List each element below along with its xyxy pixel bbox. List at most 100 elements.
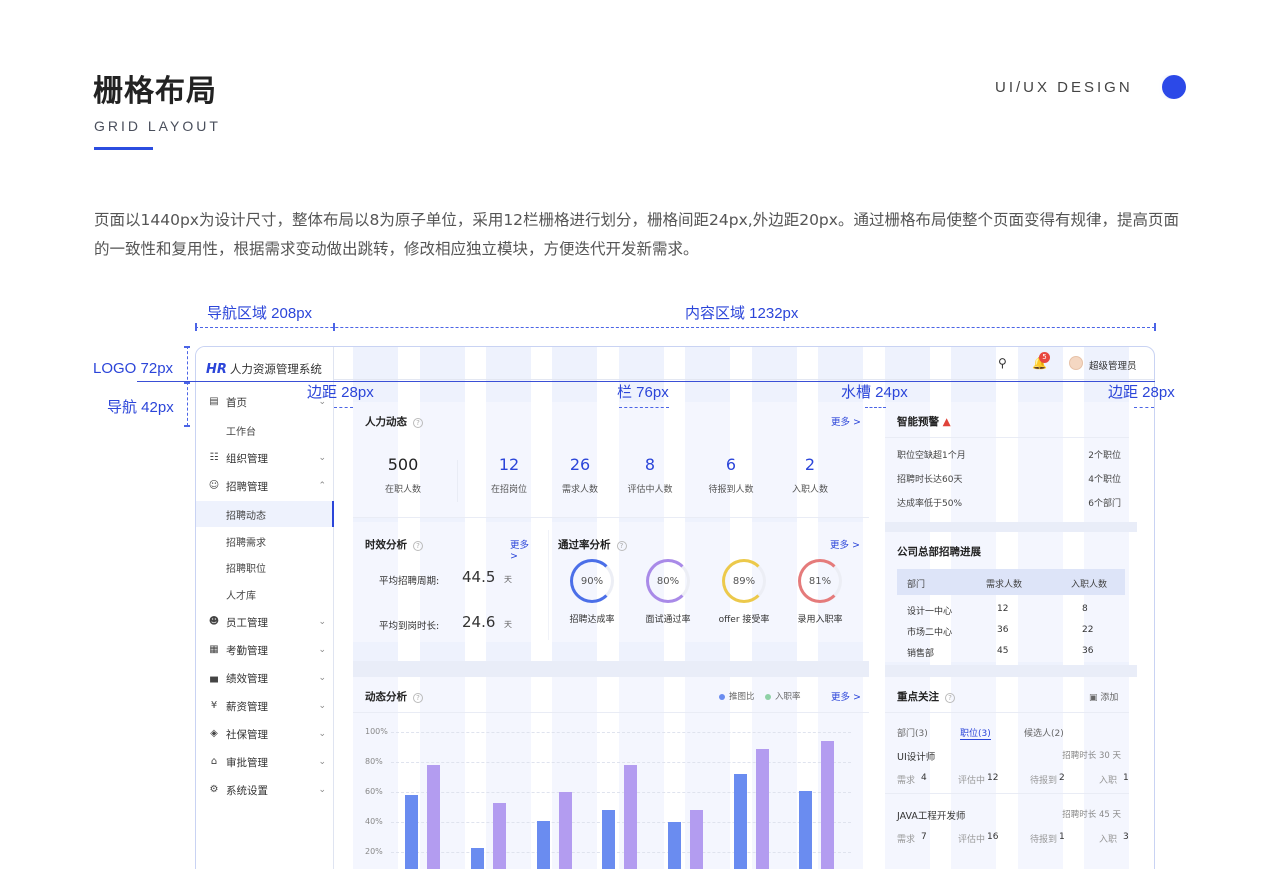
sidebar-item-label: 社保管理 [226,728,268,741]
table-cell: 12 [997,604,1009,614]
help-icon[interactable]: ? [616,541,627,551]
stat-label: 需求人数 [561,485,598,495]
sidebar-item[interactable]: ▦ 考勤管理 ⌄ [196,637,334,663]
stat-label: 在招岗位 [490,485,527,495]
chart-bar [471,847,484,869]
y-tick-label: 40% [365,817,383,826]
focus-add-button[interactable]: ▣ 添加 [1089,690,1118,703]
divider [885,793,1129,794]
sidebar-item[interactable]: ☻ 员工管理 ⌄ [196,609,334,635]
avg-cycle-unit: 天 [504,575,512,584]
search-icon[interactable]: ⚲ [998,356,1007,370]
sidebar-item[interactable]: ¥ 薪资管理 ⌄ [196,693,334,719]
help-icon[interactable]: ? [413,693,423,703]
hr-dynamics-title: 人力动态? [365,414,423,429]
logo-bottom-guide [137,381,1155,382]
annotation-column: 栏 76px [617,384,669,401]
tab-candidate[interactable]: 候选人(2) [1024,726,1064,739]
annotation-gutter: 水槽 24px [841,384,908,401]
chart-gridline [391,852,851,853]
page-title: 栅格布局 [93,74,217,109]
divider [885,437,1129,438]
avg-onboard-value: 24.6 [462,613,496,631]
stat-label: 入职人数 [791,485,828,495]
notification-badge: 5 [1039,352,1050,363]
chevron-down-icon: ⌄ [318,617,326,627]
tab-position[interactable]: 职位(3) [960,726,991,740]
page-subtitle: GRID LAYOUT [94,118,221,134]
help-icon[interactable]: ? [413,541,423,551]
gear-icon: ⚙ [209,784,219,795]
focus-item-stat-label: 需求 [897,776,916,786]
calendar-icon: ▦ [209,644,219,655]
chart-icon: ▄ [210,672,218,683]
app-brand-name: 人力资源管理系统 [229,362,322,376]
width-dimension-line [195,327,1155,328]
hr-dynamics-more-link[interactable]: 更多 > [831,414,861,428]
trend-more-link[interactable]: 更多 > [831,689,861,703]
chart-gridline [391,762,851,763]
warning-title: 智能预警 ▲ [897,416,951,428]
divider [457,460,458,502]
sidebar-item-label: 招聘职位 [226,563,266,575]
sidebar-item-label: 首页 [226,396,247,409]
trend-bar-chart: 100% 80% 60% 40% 20% [353,727,869,869]
chevron-down-icon: ⌄ [318,729,326,739]
focus-item-stat-value: 12 [987,773,999,783]
divider [885,712,1129,713]
avg-onboard-label: 平均到岗时长: [379,621,440,632]
dimension-tick [333,323,335,331]
sidebar-item[interactable]: 人才库 [196,581,334,607]
app-brand[interactable]: HR 人力资源管理系统 [206,361,322,377]
sidebar-item[interactable]: ◈ 社保管理 ⌄ [196,721,334,747]
focus-item-duration: 招聘时长 45 天 [1062,810,1121,820]
annotation-logo: LOGO 72px [93,360,174,377]
warning-label: 职位空缺超1个月 [897,451,966,461]
help-icon[interactable]: ? [413,418,423,428]
warning-icon: ▲ [942,416,951,428]
sidebar-item-label: 员工管理 [226,616,268,629]
focus-item-name[interactable]: UI设计师 [897,749,935,763]
y-tick-label: 20% [365,847,383,856]
avatar[interactable] [1069,356,1083,370]
pass-rate-more-link[interactable]: 更多 > [830,537,860,551]
warning-value: 4个职位 [1088,475,1121,485]
sidebar: HR 人力资源管理系统 ▤ 首页 ⌄ 工作台 ☷ 组织管理 ⌄ ☺ 招聘管理 ⌃ 招聘动态 招聘需求招… [196,347,334,869]
focus-item-stat-value: 3 [1123,832,1129,842]
tab-department[interactable]: 部门(3) [897,726,928,739]
sidebar-item-label: 组织管理 [226,452,268,465]
chevron-down-icon: ⌄ [318,453,326,463]
brand-logo-icon [1157,75,1186,99]
user-name[interactable]: 超级管理员 [1089,358,1137,372]
sidebar-item[interactable]: 招聘职位 [196,554,334,580]
focus-item-name[interactable]: JAVA工程开发师 [897,808,965,822]
warning-value: 6个部门 [1088,499,1121,509]
annotation-margin-right: 边距 28px [1108,384,1175,401]
efficiency-more-link[interactable]: 更多 > [510,537,539,562]
sidebar-item[interactable]: ▄ 绩效管理 ⌄ [196,665,334,691]
sidebar-item[interactable]: ⚙ 系统设置 ⌄ [196,777,334,803]
efficiency-title: 时效分析? [365,537,423,552]
sidebar-item-label: 招聘管理 [226,480,268,493]
sidebar-item[interactable]: 招聘动态 [196,501,334,527]
focus-item-stat-value: 7 [921,832,927,842]
sidebar-item[interactable]: ⌂ 审批管理 ⌄ [196,749,334,775]
sidebar-item-label: 审批管理 [226,756,268,769]
sidebar-item[interactable]: 工作台 [196,417,334,443]
brand-tag: UI/UX DESIGN [995,79,1133,96]
divider [885,522,1137,532]
chevron-down-icon: ⌄ [318,645,326,655]
pass-rate-card: 通过率分析? 更多 > 90% 招聘达成率 80% 面试通过率 89% offer 接受率… [548,522,869,642]
sidebar-item[interactable]: ☺ 招聘管理 ⌃ [196,473,334,499]
chart-gridline [391,732,851,733]
stat-value: 6 [725,455,737,474]
stat-label: 在职人数 [384,485,421,495]
sidebar-item[interactable]: ☷ 组织管理 ⌄ [196,445,334,471]
help-icon[interactable]: ? [945,693,955,703]
annotation-nav-area: 导航区域 208px [207,305,313,322]
chevron-down-icon: ⌄ [318,673,326,683]
chevron-up-icon: ⌃ [318,481,326,491]
trend-title: 动态分析? [365,689,423,704]
sidebar-item[interactable]: 招聘需求 [196,528,334,554]
focus-item-stat-label: 待报到 [1030,835,1058,845]
